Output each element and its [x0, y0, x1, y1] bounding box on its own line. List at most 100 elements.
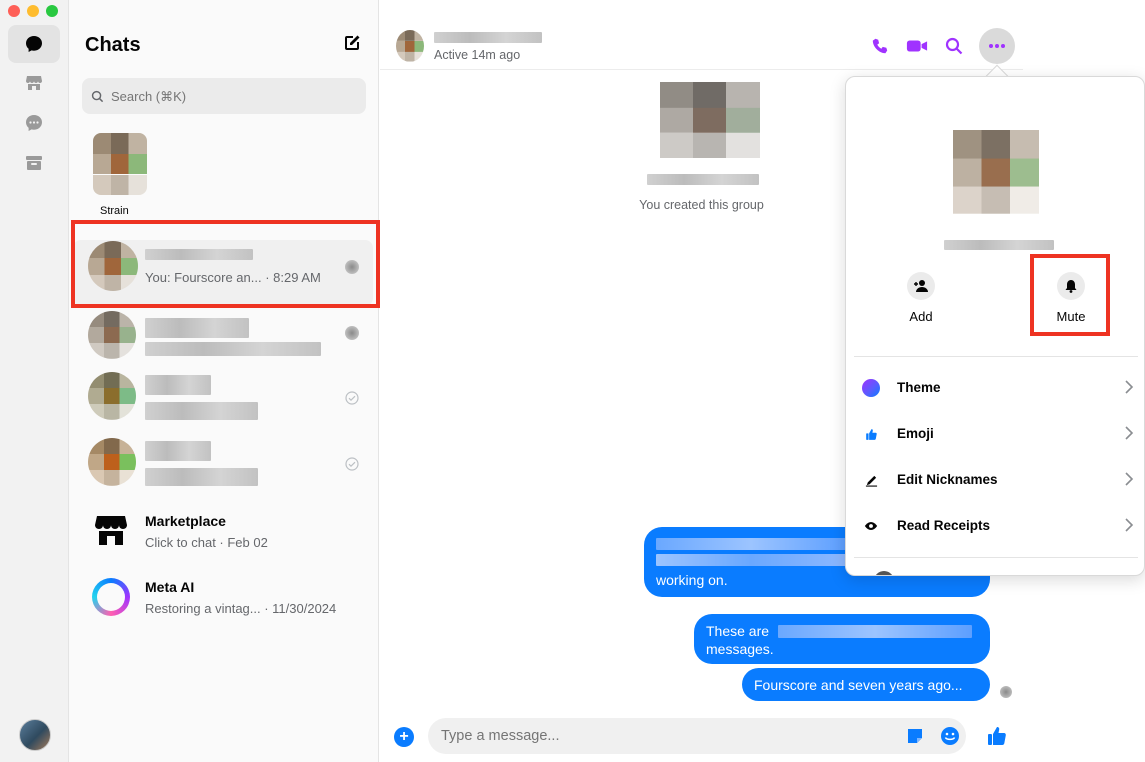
rail-chats-button[interactable]	[8, 25, 60, 63]
chat-preview-redacted	[145, 402, 258, 420]
chat-name-redacted	[145, 375, 211, 395]
chat-name-redacted	[145, 441, 211, 461]
profile-avatar[interactable]	[19, 719, 51, 751]
rail-requests-button[interactable]	[8, 104, 60, 142]
chat-preview: Click to chat · Feb 02	[145, 535, 268, 550]
member-avatar	[874, 571, 894, 575]
group-name-redacted	[647, 174, 759, 185]
chat-row[interactable]	[73, 310, 373, 376]
eye-icon	[862, 517, 880, 535]
highlight-selected-chat	[71, 220, 380, 308]
message-input-box[interactable]	[428, 718, 966, 754]
left-rail	[0, 0, 69, 762]
messenger-app: Chats Strain You: Fourscore an... · 8:29…	[0, 0, 1145, 762]
group-name-redacted[interactable]	[434, 32, 542, 43]
seen-by-avatar	[1000, 686, 1012, 698]
search-icon	[945, 37, 963, 55]
thumbs-up-icon[interactable]	[986, 725, 1008, 747]
chat-preview: Restoring a vintag... · 11/30/2024	[145, 601, 337, 616]
chat-row-meta-ai[interactable]: Meta AI Restoring a vintag... · 11/30/20…	[73, 564, 373, 630]
read-receipt-avatar	[345, 326, 359, 340]
chevron-right-icon	[1125, 472, 1134, 486]
store-icon	[26, 76, 42, 90]
marketplace-store-icon	[93, 512, 129, 548]
add-person-icon	[914, 280, 928, 292]
divider	[854, 356, 1138, 357]
add-label: Add	[909, 309, 933, 324]
message-composer: +	[380, 712, 1023, 762]
video-camera-icon	[906, 40, 928, 52]
message-text-redacted	[656, 554, 846, 566]
chevron-right-icon	[1125, 380, 1134, 394]
sent-check-icon	[345, 391, 359, 405]
menu-item-theme[interactable]: Theme	[846, 365, 1144, 409]
menu-item-emoji[interactable]: Emoji	[846, 411, 1144, 455]
pencil-icon	[862, 471, 880, 489]
message-text: working on.	[656, 572, 728, 588]
active-status: Active 14m ago	[434, 48, 521, 62]
more-dots-icon	[989, 44, 1005, 48]
message-text: Fourscore and seven years ago...	[754, 677, 963, 693]
chat-name: Meta AI	[145, 579, 195, 595]
menu-item-read-receipts[interactable]: Read Receipts	[846, 503, 1144, 547]
chat-name: Marketplace	[145, 513, 226, 529]
group-photo	[660, 82, 760, 158]
sticker-icon[interactable]	[905, 726, 925, 746]
menu-item-label: Emoji	[897, 426, 934, 441]
rail-marketplace-button[interactable]	[8, 64, 60, 102]
conversation-header: Active 14m ago	[380, 0, 1023, 70]
menu-item-label: Edit Nicknames	[897, 472, 998, 487]
phone-icon	[872, 38, 888, 54]
minimize-window-button[interactable]	[27, 5, 39, 17]
more-options-button[interactable]	[979, 28, 1015, 64]
message-text: These are	[706, 623, 770, 639]
chat-name: Strain	[100, 205, 129, 217]
chat-avatar	[93, 133, 147, 195]
meta-ai-icon	[92, 578, 130, 616]
window-controls	[8, 5, 58, 17]
chat-row[interactable]	[73, 438, 373, 504]
chats-list-panel: Chats Strain You: Fourscore an... · 8:29…	[69, 0, 379, 762]
chat-preview-redacted	[145, 342, 321, 356]
add-people-button[interactable]: Add	[891, 272, 951, 324]
search-conversation-button[interactable]	[942, 34, 966, 58]
message-input[interactable]	[441, 728, 881, 744]
group-photo	[953, 130, 1039, 214]
chevron-right-icon	[1125, 426, 1134, 440]
thumbs-up-icon	[862, 425, 880, 443]
message-text: messages.	[706, 641, 774, 657]
more-actions-button[interactable]: +	[394, 727, 414, 747]
chat-row[interactable]	[73, 372, 373, 438]
chats-title: Chats	[85, 34, 141, 56]
search-icon	[91, 90, 104, 102]
archive-icon	[26, 156, 42, 170]
group-name-redacted	[944, 240, 1054, 250]
chat-bubble-icon	[26, 36, 42, 52]
video-call-button[interactable]	[905, 34, 929, 58]
zoom-window-button[interactable]	[46, 5, 58, 17]
chat-name-redacted	[145, 318, 249, 338]
menu-item-edit-nicknames[interactable]: Edit Nicknames	[846, 457, 1144, 501]
menu-item-label: Read Receipts	[897, 518, 991, 533]
chat-avatar	[88, 372, 136, 420]
chevron-right-icon	[1125, 518, 1134, 532]
close-window-button[interactable]	[8, 5, 20, 17]
chat-avatar	[88, 311, 136, 359]
search-input[interactable]	[111, 88, 331, 104]
message-text-redacted	[778, 625, 972, 638]
chat-row[interactable]: Strain	[73, 129, 373, 217]
group-avatar[interactable]	[396, 30, 424, 62]
emoji-icon[interactable]	[940, 726, 960, 746]
compose-icon	[345, 35, 360, 50]
menu-item-label: Theme	[897, 380, 941, 395]
highlight-mute-button	[1030, 254, 1110, 336]
search-bar[interactable]	[82, 78, 366, 114]
new-message-button[interactable]	[342, 33, 364, 55]
message-bubble[interactable]: Fourscore and seven years ago...	[742, 668, 990, 701]
rail-archive-button[interactable]	[8, 144, 60, 182]
voice-call-button[interactable]	[868, 34, 892, 58]
chat-row-marketplace[interactable]: Marketplace Click to chat · Feb 02	[73, 498, 373, 564]
header-actions	[868, 28, 1015, 64]
message-bubble[interactable]: These are messages.	[694, 614, 990, 664]
divider	[854, 557, 1138, 558]
